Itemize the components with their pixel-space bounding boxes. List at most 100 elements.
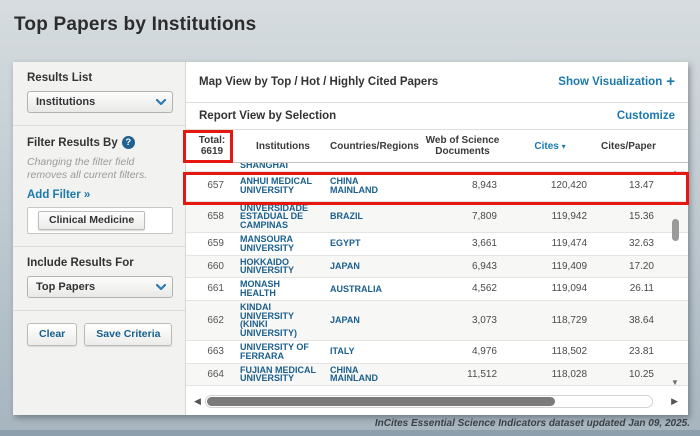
include-selected: Top Papers bbox=[36, 281, 95, 293]
cites-cell: 119,474 bbox=[505, 238, 595, 249]
filter-field[interactable]: Clinical Medicine bbox=[27, 207, 173, 234]
partial-table-row: SHANGHAI bbox=[186, 163, 688, 172]
clear-button[interactable]: Clear bbox=[27, 323, 77, 346]
institutions-column-header: Institutions bbox=[238, 141, 328, 152]
cites-per-paper-column-header: Cites/Paper bbox=[595, 141, 662, 152]
horizontal-scrollbar[interactable]: ◀ ▶ bbox=[186, 390, 688, 415]
table-row[interactable]: 664 FUJIAN MEDICAL UNIVERSITY CHINA MAIN… bbox=[186, 364, 688, 387]
sidebar: Results List Institutions Filter Results… bbox=[13, 62, 186, 415]
filter-note: Changing the filter field removes all cu… bbox=[27, 156, 173, 181]
help-icon[interactable]: ? bbox=[122, 136, 135, 149]
documents-cell: 3,661 bbox=[420, 238, 505, 249]
total-header-cell: Total: 6619 bbox=[186, 135, 238, 157]
cites-column-header-sort[interactable]: Cites ▾ bbox=[505, 141, 595, 152]
table-body: SHANGHAI 657 ANHUI MEDICAL UNIVERSITY CH… bbox=[186, 163, 688, 390]
cites-per-paper-cell: 15.36 bbox=[595, 211, 662, 222]
cites-per-paper-cell: 13.47 bbox=[595, 180, 662, 191]
country-link[interactable]: JAPAN bbox=[328, 262, 420, 271]
rank-cell: 659 bbox=[186, 238, 238, 249]
institution-link[interactable]: HOKKAIDO UNIVERSITY bbox=[238, 258, 328, 276]
institution-link[interactable]: UNIVERSITY OF FERRARA bbox=[238, 343, 328, 361]
cites-cell: 118,729 bbox=[505, 315, 595, 326]
vertical-scrollbar[interactable]: ▲ ▼ bbox=[670, 163, 682, 390]
country-link[interactable]: BRAZIL bbox=[328, 212, 420, 221]
table-header: Total: 6619 Institutions Countries/Regio… bbox=[186, 130, 688, 163]
country-link[interactable]: AUSTRALIA bbox=[328, 285, 420, 294]
bottom-band bbox=[0, 430, 700, 436]
country-link[interactable]: EGYPT bbox=[328, 239, 420, 248]
scroll-down-icon[interactable]: ▼ bbox=[671, 378, 679, 387]
country-link[interactable]: JAPAN bbox=[328, 316, 420, 325]
map-view-bar: Map View by Top / Hot / Highly Cited Pap… bbox=[186, 62, 688, 103]
institution-link[interactable]: UNIVERSIDADE ESTADUAL DE CAMPINAS bbox=[238, 204, 328, 230]
results-list-selected: Institutions bbox=[36, 96, 95, 108]
table-row[interactable]: 662 KINDAI UNIVERSITY (KINKI UNIVERSITY)… bbox=[186, 301, 688, 341]
cites-per-paper-cell: 10.25 bbox=[595, 369, 662, 380]
plus-icon: + bbox=[666, 77, 675, 87]
content-panel: Results List Institutions Filter Results… bbox=[13, 62, 688, 415]
documents-cell: 7,809 bbox=[420, 211, 505, 222]
report-view-title: Report View by Selection bbox=[199, 110, 336, 122]
add-filter-link[interactable]: Add Filter » bbox=[27, 189, 173, 201]
institution-link[interactable]: FUJIAN MEDICAL UNIVERSITY bbox=[238, 366, 328, 384]
cites-per-paper-cell: 38.64 bbox=[595, 315, 662, 326]
cites-per-paper-cell: 17.20 bbox=[595, 261, 662, 272]
horizontal-scroll-thumb[interactable] bbox=[207, 397, 555, 406]
cites-cell: 119,409 bbox=[505, 261, 595, 272]
scroll-up-icon[interactable]: ▲ bbox=[671, 168, 679, 177]
country-link[interactable]: CHINA MAINLAND bbox=[328, 177, 420, 195]
table-row[interactable]: 659 MANSOURA UNIVERSITY EGYPT 3,661 119,… bbox=[186, 233, 688, 256]
cites-cell: 118,028 bbox=[505, 369, 595, 380]
vertical-scroll-thumb[interactable] bbox=[672, 219, 679, 241]
rank-cell: 663 bbox=[186, 346, 238, 357]
main-area: Map View by Top / Hot / Highly Cited Pap… bbox=[186, 62, 688, 415]
scroll-left-icon[interactable]: ◀ bbox=[194, 396, 201, 407]
chevron-down-icon bbox=[156, 97, 166, 107]
show-visualization-link[interactable]: Show Visualization + bbox=[558, 76, 675, 88]
institution-link[interactable]: MANSOURA UNIVERSITY bbox=[238, 235, 328, 253]
include-dropdown[interactable]: Top Papers bbox=[27, 276, 173, 298]
results-list-dropdown[interactable]: Institutions bbox=[27, 91, 173, 113]
table-row[interactable]: 657 ANHUI MEDICAL UNIVERSITY CHINA MAINL… bbox=[186, 172, 688, 202]
page-title: Top Papers by Institutions bbox=[14, 14, 256, 36]
table-row[interactable]: 661 MONASH HEALTH AUSTRALIA 4,562 119,09… bbox=[186, 278, 688, 301]
rank-cell: 660 bbox=[186, 261, 238, 272]
cites-per-paper-cell: 32.63 bbox=[595, 238, 662, 249]
sort-arrow-icon: ▾ bbox=[562, 142, 566, 151]
countries-column-header: Countries/Regions bbox=[328, 141, 420, 152]
include-heading: Include Results For bbox=[27, 257, 173, 269]
table-row[interactable]: 660 HOKKAIDO UNIVERSITY JAPAN 6,943 119,… bbox=[186, 256, 688, 279]
table-row[interactable]: 663 UNIVERSITY OF FERRARA ITALY 4,976 11… bbox=[186, 341, 688, 364]
documents-cell: 8,943 bbox=[420, 180, 505, 191]
documents-cell: 6,943 bbox=[420, 261, 505, 272]
results-list-label: Results List bbox=[27, 72, 173, 84]
country-link[interactable]: CHINA MAINLAND bbox=[328, 366, 420, 384]
save-criteria-button[interactable]: Save Criteria bbox=[84, 323, 172, 346]
filter-heading: Filter Results By? bbox=[27, 136, 173, 149]
dataset-note: InCites Essential Science Indicators dat… bbox=[375, 418, 690, 429]
include-section: Include Results For Top Papers bbox=[13, 247, 185, 311]
cites-cell: 118,502 bbox=[505, 346, 595, 357]
results-list-section: Results List Institutions bbox=[13, 62, 185, 126]
scroll-right-icon[interactable]: ▶ bbox=[671, 396, 678, 407]
cites-cell: 119,094 bbox=[505, 283, 595, 294]
documents-cell: 4,562 bbox=[420, 283, 505, 294]
rank-cell: 664 bbox=[186, 369, 238, 380]
institution-link[interactable]: MONASH HEALTH bbox=[238, 280, 328, 298]
cites-cell: 120,420 bbox=[505, 180, 595, 191]
filter-section: Filter Results By? Changing the filter f… bbox=[13, 126, 185, 247]
documents-cell: 3,073 bbox=[420, 315, 505, 326]
rank-cell: 662 bbox=[186, 315, 238, 326]
customize-link[interactable]: Customize bbox=[617, 110, 675, 122]
documents-column-header: Web of Science Documents bbox=[420, 135, 505, 157]
institution-link[interactable]: ANHUI MEDICAL UNIVERSITY bbox=[238, 177, 328, 195]
documents-cell: 4,976 bbox=[420, 346, 505, 357]
rank-cell: 661 bbox=[186, 283, 238, 294]
chevron-down-icon bbox=[156, 282, 166, 292]
filter-chip[interactable]: Clinical Medicine bbox=[38, 211, 145, 230]
institution-link[interactable]: KINDAI UNIVERSITY (KINKI UNIVERSITY) bbox=[238, 303, 328, 338]
table-row[interactable]: 658 UNIVERSIDADE ESTADUAL DE CAMPINAS BR… bbox=[186, 202, 688, 233]
country-link[interactable]: ITALY bbox=[328, 347, 420, 356]
cites-cell: 119,942 bbox=[505, 211, 595, 222]
horizontal-scroll-track[interactable] bbox=[205, 395, 653, 408]
